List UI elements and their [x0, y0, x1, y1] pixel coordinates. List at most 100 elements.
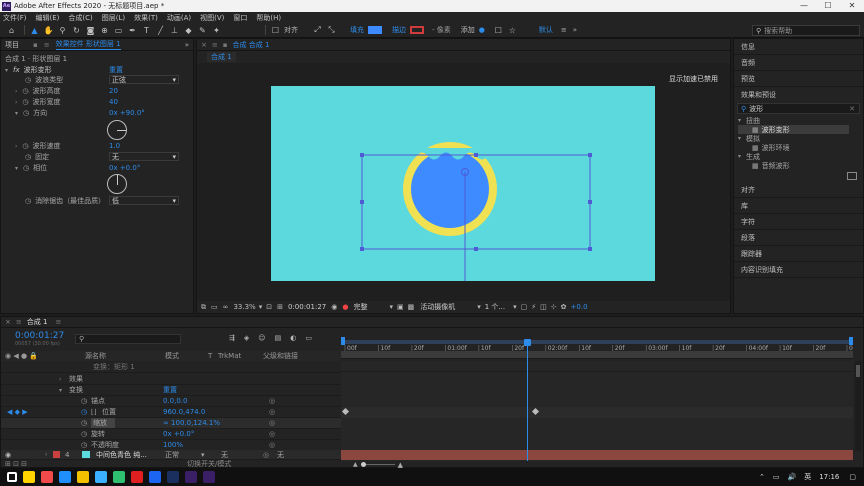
parent-pickwhip-icon[interactable]: ◎ [263, 451, 269, 459]
camera-tool-icon[interactable]: ◙ [85, 25, 96, 36]
position-value[interactable]: 960.0,474.0 [163, 408, 205, 416]
fit-icon[interactable]: ⊡ [266, 303, 272, 311]
chevron-down-icon[interactable]: ▾ [738, 135, 741, 142]
keyframe-nav-icon[interactable]: ◀ ◆ ▶ [7, 408, 28, 416]
expression-link-icon[interactable]: ◎ [269, 419, 275, 427]
expression-link-icon[interactable]: ◎ [269, 397, 275, 405]
minimize-button[interactable]: — [792, 0, 816, 12]
tab-timeline[interactable]: 合成 1 [27, 317, 48, 327]
rotate-tool-icon[interactable]: ↻ [71, 25, 82, 36]
timeline-icon[interactable]: ◫ [540, 303, 547, 311]
character-panel[interactable]: 字符 [734, 214, 863, 230]
hand-tool-icon[interactable]: ✋ [43, 25, 54, 36]
effects-search-box[interactable]: ⚲ 波形 ✕ [737, 103, 860, 114]
timecode-value[interactable]: 0:00:01:27 [288, 303, 326, 311]
comp-mini-flowchart-icon[interactable]: ⇶ [229, 334, 235, 342]
stroke-width-value[interactable]: - 像素 [432, 25, 451, 35]
phase-dial[interactable] [107, 174, 127, 194]
grid-icon[interactable]: ⊞ [277, 303, 283, 311]
monitor-icon[interactable]: ▭ [211, 303, 218, 311]
wave-type-select[interactable]: 正弦 ▾ [109, 75, 179, 84]
taskbar-app-1-icon[interactable] [95, 471, 107, 483]
preview-panel[interactable]: 预览 [734, 71, 863, 87]
track-area[interactable] [341, 361, 853, 461]
panel-menu-icon[interactable]: ≡ [44, 41, 50, 49]
pan-behind-tool-icon[interactable]: ⊕ [99, 25, 110, 36]
layer-row[interactable]: ◉ › 4 中间色青色 纯... 正常 ▾ 无 ◎ 无 [1, 450, 341, 460]
layer-duration-bar[interactable] [341, 450, 853, 460]
panel-more-icon[interactable]: » [185, 41, 189, 49]
group-generate[interactable]: 生成 [746, 152, 760, 162]
add-dropdown-icon[interactable]: ● [479, 26, 485, 34]
home-icon[interactable]: ⌂ [6, 25, 17, 36]
align-panel[interactable]: 对齐 [734, 182, 863, 198]
nav-end-icon[interactable] [849, 337, 853, 345]
brush-tool-icon[interactable]: ╱ [155, 25, 166, 36]
table-row[interactable]: ◷ 缩放 ∞ 100.0,124.1% ◎ [1, 418, 341, 429]
wave-width-value[interactable]: 40 [109, 98, 118, 106]
stopwatch-active-icon[interactable]: ◷ [81, 408, 87, 416]
list-item[interactable]: › 效果 [1, 374, 341, 385]
zoom-slider[interactable]: ▲ ▲ [353, 461, 403, 469]
eraser-tool-icon[interactable]: ◆ [183, 25, 194, 36]
menu-composition[interactable]: 合成(C) [68, 13, 92, 23]
clone-stamp-tool-icon[interactable]: ⊥ [169, 25, 180, 36]
column-t[interactable]: T [208, 352, 212, 360]
shy-icon[interactable]: ☺ [258, 334, 265, 342]
effect-wave-warp[interactable]: 波形变形 [762, 125, 790, 135]
stopwatch-icon[interactable]: ◷ [25, 153, 31, 161]
table-row[interactable]: ◷ 旋转 0x +0.0° ◎ [1, 429, 341, 440]
pinning-select[interactable]: 无 ▾ [109, 152, 179, 161]
transform-handle[interactable] [588, 247, 592, 251]
panel-menu-icon[interactable]: ≡ [16, 318, 22, 326]
taskbar-after-effects-icon[interactable] [203, 471, 215, 483]
expand-icon[interactable]: ▾ [5, 67, 8, 74]
column-trkmat[interactable]: TrkMat [218, 352, 241, 360]
camera-snapshot-icon[interactable]: ◉ [331, 303, 337, 311]
column-parent[interactable]: 父级和链接 [263, 351, 298, 361]
taskbar-app-2-icon[interactable] [113, 471, 125, 483]
zoom-value[interactable]: 33.3% [233, 303, 255, 311]
camera-select[interactable]: 活动摄像机 [420, 302, 455, 312]
transform-handle[interactable] [474, 153, 478, 157]
stopwatch-icon[interactable]: ◷ [25, 197, 31, 205]
stopwatch-icon[interactable]: ◷ [22, 98, 28, 106]
stopwatch-icon[interactable]: ◷ [81, 397, 87, 405]
layer-name[interactable]: 中间色青色 纯... [96, 450, 147, 460]
reset-exposure-icon[interactable]: ✿ [561, 303, 567, 311]
taskbar-explorer-icon[interactable] [77, 471, 89, 483]
maximize-button[interactable]: ☐ [816, 0, 840, 12]
expression-link-icon[interactable]: ◎ [269, 408, 275, 416]
align-checkbox-icon[interactable]: ☐ [270, 25, 281, 36]
shape-layer-graphic[interactable] [271, 86, 655, 281]
tray-chevron-icon[interactable]: ⌃ [759, 473, 765, 481]
transform-handle[interactable] [588, 200, 592, 204]
close-tab-icon[interactable]: × [5, 318, 11, 326]
draft-3d-icon[interactable]: ◈ [244, 334, 249, 342]
star-icon[interactable]: ☆ [507, 25, 518, 36]
playhead-handle-icon[interactable] [523, 339, 531, 346]
tab-effect-controls[interactable]: 效果控件 形状图层 1 [55, 39, 121, 50]
audio-panel[interactable]: 音频 [734, 55, 863, 71]
lock-icon[interactable]: ▪ [33, 41, 38, 49]
timeline-timecode[interactable]: 0:00:01:27 [15, 331, 64, 341]
taskbar-app-3-icon[interactable] [131, 471, 143, 483]
visibility-eye-icon[interactable]: ◉ [5, 451, 11, 459]
graph-icon[interactable]: ⌊⌋ [91, 408, 96, 416]
new-preset-icon[interactable] [847, 172, 857, 180]
flowchart-icon[interactable]: ⊹ [551, 303, 557, 311]
chevron-down-icon[interactable]: ▾ [59, 387, 62, 394]
menu-layer[interactable]: 图层(L) [102, 13, 125, 23]
chevron-right-icon[interactable]: › [45, 451, 47, 458]
toggle-switches-icon[interactable]: ⊞ ⊡ ⊟ [5, 460, 27, 468]
transform-handle[interactable] [474, 247, 478, 251]
chevron-down-icon[interactable]: ▾ [259, 303, 263, 311]
menu-edit[interactable]: 编辑(E) [36, 13, 60, 23]
toggle-pixel-icon[interactable]: ▢ [521, 303, 528, 311]
scale-value[interactable]: ∞ 100.0,124.1% [163, 419, 220, 427]
chevron-down-icon[interactable]: ▾ [513, 303, 517, 311]
info-panel[interactable]: 信息 [734, 39, 863, 55]
close-tab-icon[interactable]: × [201, 41, 207, 49]
layer-trkmat-select[interactable]: 无 [221, 450, 228, 460]
layer-search-box[interactable]: ⚲ [75, 334, 181, 344]
